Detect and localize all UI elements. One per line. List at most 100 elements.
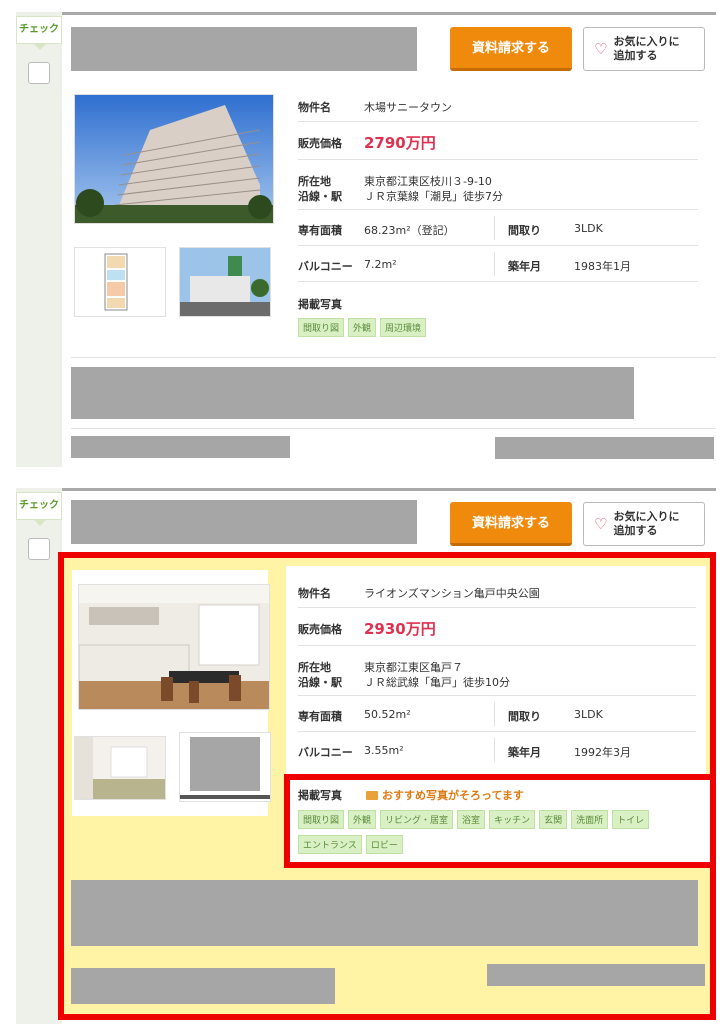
favorite-label: お気に入りに 追加する: [613, 510, 680, 537]
kitchen-photo-image: [79, 585, 269, 709]
redacted-footer-left: [71, 968, 335, 1004]
photo-tag[interactable]: キッチン: [489, 810, 536, 829]
card-top-border: [62, 12, 716, 15]
main-photo[interactable]: [78, 584, 270, 710]
built-value: 1983年1月: [574, 260, 631, 273]
price-label: 販売価格: [298, 623, 342, 636]
station-value: ＪＲ総武線「亀戸」徒歩10分: [364, 676, 510, 689]
photo-tag[interactable]: 玄関: [539, 810, 568, 829]
area-row: 専有面積 68.23m²（登記） 間取り 3LDK: [298, 210, 698, 246]
photo-tag[interactable]: 間取り図: [298, 318, 345, 337]
redacted-footer-right: [495, 437, 714, 459]
room-thumbnail[interactable]: [74, 736, 166, 800]
add-favorite-button[interactable]: ♡ お気に入りに 追加する: [583, 27, 705, 71]
area-value: 68.23m²（登記）: [364, 224, 455, 237]
photo-tag[interactable]: リビング・居室: [380, 810, 454, 829]
check-column: チェック: [16, 12, 62, 467]
heart-icon: ♡: [594, 39, 608, 58]
compare-checkbox[interactable]: [28, 538, 50, 560]
photos-label: 掲載写真: [298, 298, 342, 311]
property-info: 物件名 ライオンズマンション亀戸中央公園 販売価格 2930万円 所在地 東京都…: [298, 576, 708, 776]
redacted-title: [71, 27, 417, 71]
address-label: 所在地: [298, 661, 331, 674]
built-label: 築年月: [508, 260, 541, 273]
compare-checkbox[interactable]: [28, 62, 50, 84]
balcony-label: バルコニー: [298, 746, 353, 759]
photo-tag[interactable]: 外観: [348, 318, 377, 337]
built-value: 1992年3月: [574, 746, 631, 759]
photo-tag[interactable]: 洗面所: [571, 810, 609, 829]
address-row: 所在地 東京都江東区亀戸７ 沿線・駅 ＪＲ総武線「亀戸」徒歩10分: [298, 646, 696, 696]
redacted-footer-right: [487, 964, 705, 986]
main-photo[interactable]: [74, 94, 274, 224]
balcony-value: 7.2m²: [364, 258, 397, 271]
redacted-description: [71, 880, 698, 946]
balcony-value: 3.55m²: [364, 744, 404, 757]
video-thumbnail[interactable]: [179, 732, 271, 802]
price-row: 販売価格 2930万円: [298, 608, 696, 646]
photo-tag[interactable]: トイレ: [612, 810, 650, 829]
built-label: 築年月: [508, 746, 541, 759]
listing-card: チェック 資料請求する ♡ お気に入りに 追加する: [16, 12, 716, 467]
station-label: 沿線・駅: [298, 190, 342, 203]
price-value: 2790万円: [364, 134, 436, 152]
request-info-button[interactable]: 資料請求する: [450, 27, 572, 71]
station-value: ＪＲ京葉線「潮見」徒歩7分: [364, 190, 503, 203]
price-label: 販売価格: [298, 137, 342, 150]
check-column: チェック: [16, 488, 62, 1024]
address-value: 東京都江東区亀戸７: [364, 661, 463, 674]
balcony-label: バルコニー: [298, 260, 353, 273]
check-label: チェック: [16, 492, 62, 526]
address-row: 所在地 東京都江東区枝川３-9-10 沿線・駅 ＪＲ京葉線「潮見」徒歩7分: [298, 160, 698, 210]
building-photo-image: [75, 95, 273, 223]
redacted-video: [190, 737, 260, 791]
photo-tag[interactable]: 間取り図: [298, 810, 345, 829]
property-name[interactable]: ライオンズマンション亀戸中央公園: [364, 585, 540, 601]
balcony-row: バルコニー 3.55m² 築年月 1992年3月: [298, 732, 696, 768]
card-top-border: [62, 488, 716, 491]
photos-label: 掲載写真: [298, 789, 342, 802]
balcony-row: バルコニー 7.2m² 築年月 1983年1月: [298, 246, 698, 282]
redacted-description: [71, 367, 634, 419]
layout-label: 間取り: [508, 224, 541, 237]
area-label: 専有面積: [298, 710, 342, 723]
exterior-thumbnail[interactable]: [179, 247, 271, 317]
photo-tag[interactable]: 周辺環境: [380, 318, 427, 337]
area-row: 専有面積 50.52m² 間取り 3LDK: [298, 696, 696, 732]
name-row: 物件名 木場サニータウン: [298, 90, 698, 122]
listing-card: チェック 資料請求する ♡ お気に入りに 追加する: [16, 488, 716, 1024]
photo-tag[interactable]: ロビー: [365, 835, 403, 854]
layout-label: 間取り: [508, 710, 541, 723]
name-row: 物件名 ライオンズマンション亀戸中央公園: [298, 576, 696, 608]
photo-tag[interactable]: 外観: [348, 810, 377, 829]
request-info-button[interactable]: 資料請求する: [450, 502, 572, 546]
area-label: 専有面積: [298, 224, 342, 237]
redacted-title: [71, 500, 417, 544]
favorite-label: お気に入りに 追加する: [613, 35, 680, 62]
address-value: 東京都江東区枝川３-9-10: [364, 175, 492, 188]
photo-tag[interactable]: エントランス: [298, 835, 362, 854]
floorplan-image: [104, 253, 128, 311]
name-label: 物件名: [298, 101, 331, 114]
room-image: [75, 737, 165, 799]
floorplan-thumbnail[interactable]: [74, 247, 166, 317]
address-label: 所在地: [298, 175, 331, 188]
layout-value: 3LDK: [574, 222, 603, 235]
add-favorite-button[interactable]: ♡ お気に入りに 追加する: [583, 502, 705, 546]
property-name[interactable]: 木場サニータウン: [364, 99, 452, 115]
property-info: 物件名 木場サニータウン 販売価格 2790万円 所在地 東京都江東区枝川３-9…: [298, 90, 716, 350]
check-label: チェック: [16, 16, 62, 50]
name-label: 物件名: [298, 587, 331, 600]
price-row: 販売価格 2790万円: [298, 122, 698, 160]
video-progress-bar[interactable]: [180, 795, 270, 799]
photo-tags: 間取り図 外観 周辺環境: [298, 318, 698, 341]
photo-tags: 間取り図 外観 リビング・居室 浴室 キッチン 玄関 洗面所 トイレエントランス ロビー: [298, 808, 698, 858]
price-value: 2930万円: [364, 620, 436, 638]
photo-tag[interactable]: 浴室: [457, 810, 486, 829]
station-label: 沿線・駅: [298, 676, 342, 689]
exterior-image: [180, 248, 270, 316]
redacted-footer-left: [71, 436, 290, 458]
camera-icon: [366, 791, 378, 800]
heart-icon: ♡: [594, 514, 608, 533]
recommend-note: おすすめ写真がそろってます: [366, 787, 524, 803]
